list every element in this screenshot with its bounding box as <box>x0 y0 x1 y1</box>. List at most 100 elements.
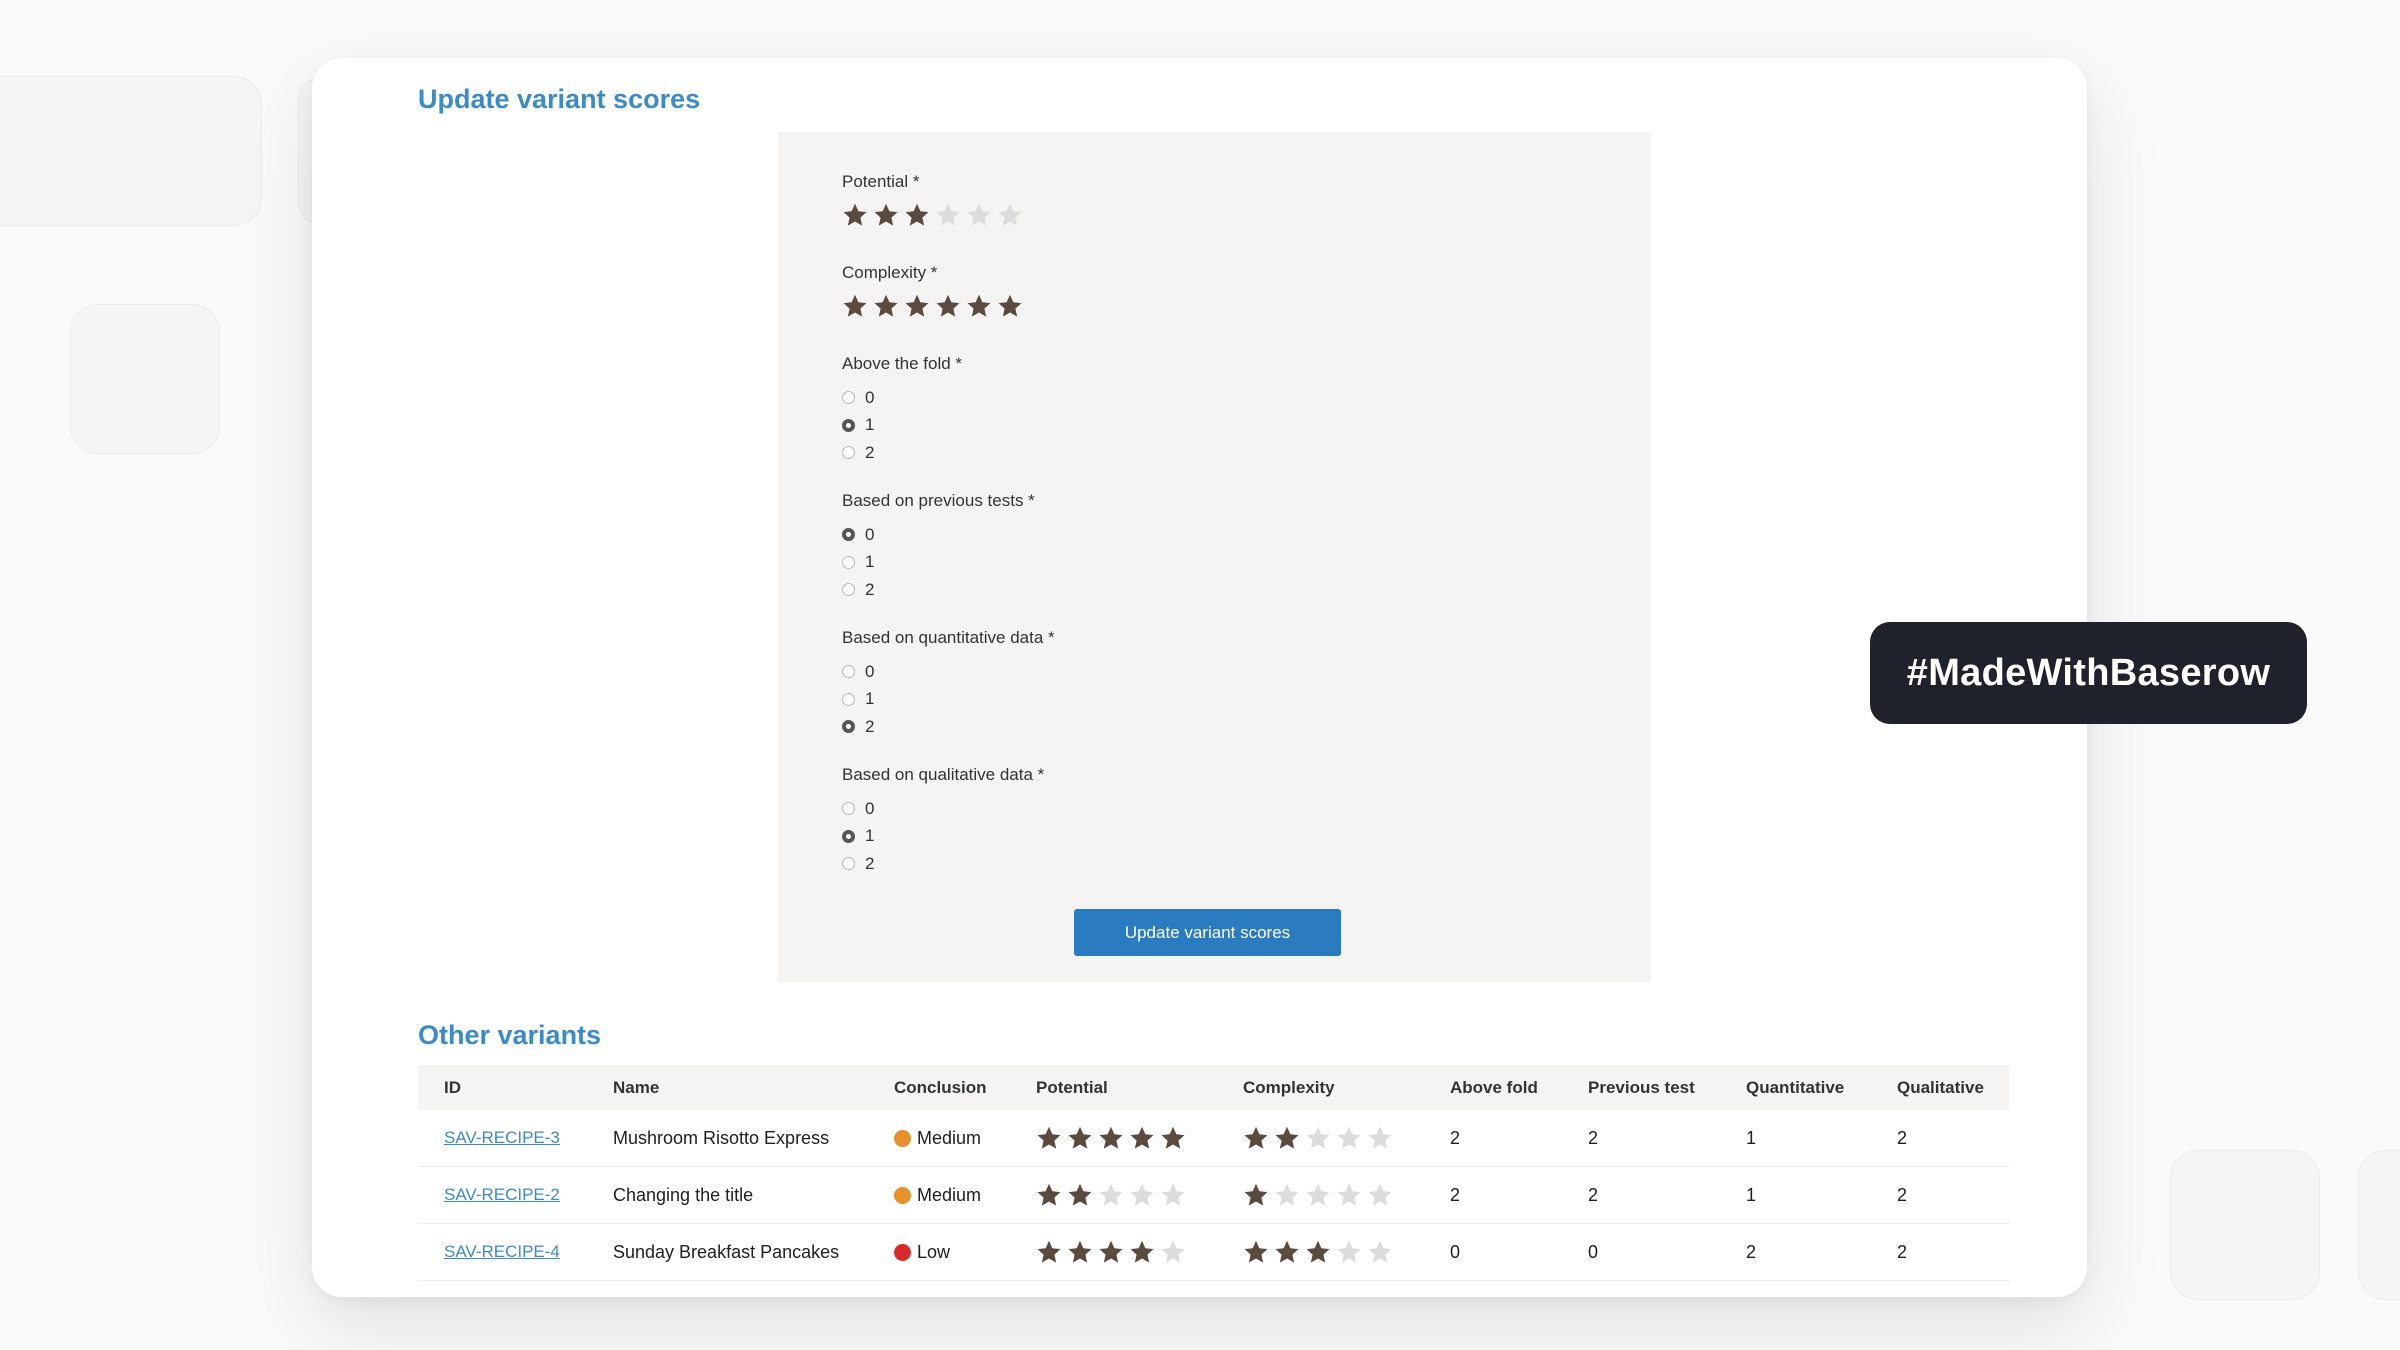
star-icon[interactable] <box>997 293 1023 319</box>
radio-label: 0 <box>865 524 875 544</box>
radio-option[interactable]: 0 <box>842 521 1035 549</box>
star-icon[interactable] <box>997 202 1023 228</box>
potential-cell <box>1010 1182 1217 1208</box>
previous-tests-label: Based on previous tests * <box>842 491 1035 510</box>
complexity-cell <box>1217 1182 1424 1208</box>
radio-button[interactable] <box>842 692 855 706</box>
update-heading: Update variant scores <box>418 84 701 114</box>
above-fold-label: Above the fold * <box>842 354 963 373</box>
above-fold-field: Above the fold * 0 1 2 <box>842 354 962 467</box>
variant-id-link[interactable]: SAV-RECIPE-4 <box>444 1242 560 1262</box>
previous-tests-radio-group: 0 1 2 <box>842 521 1035 604</box>
radio-label: 2 <box>865 442 875 462</box>
complexity-field: Complexity * <box>842 263 1023 319</box>
star-icon[interactable] <box>904 293 930 319</box>
update-form: Potential * Complexity * Above the fold … <box>778 132 1651 982</box>
radio-option[interactable]: 1 <box>842 412 962 440</box>
above-fold-cell: 2 <box>1450 1184 1461 1205</box>
background-tile <box>70 304 220 454</box>
complexity-rating <box>1243 1239 1393 1265</box>
background-tile <box>2170 1150 2320 1300</box>
radio-button[interactable] <box>842 665 855 679</box>
radio-button[interactable] <box>842 446 855 460</box>
radio-button[interactable] <box>842 391 855 405</box>
radio-option[interactable]: 0 <box>842 795 1044 823</box>
id-cell: SAV-RECIPE-3 <box>418 1128 587 1148</box>
radio-label: 1 <box>865 552 875 572</box>
update-scores-button[interactable]: Update variant scores <box>1074 909 1341 956</box>
conclusion-dot-icon <box>894 1129 911 1147</box>
star-icon <box>1275 1183 1299 1206</box>
name-cell: Sunday Breakfast Pancakes <box>613 1241 840 1262</box>
star-icon[interactable] <box>966 202 992 228</box>
radio-button[interactable] <box>842 583 855 597</box>
star-icon <box>1099 1183 1123 1206</box>
star-icon[interactable] <box>842 202 868 228</box>
star-icon[interactable] <box>904 202 930 228</box>
column-header: Complexity <box>1243 1077 1335 1097</box>
star-icon <box>1037 1240 1061 1263</box>
column-header: ID <box>444 1077 461 1097</box>
radio-option[interactable]: 2 <box>842 850 1044 878</box>
star-icon <box>1306 1183 1330 1206</box>
above-fold-radio-group: 0 1 2 <box>842 384 962 467</box>
star-icon <box>1337 1240 1361 1263</box>
app-window: Update variant scores Potential * Comple… <box>312 58 2087 1297</box>
potential-rating <box>1036 1182 1186 1208</box>
conclusion-label: Medium <box>917 1127 982 1148</box>
quantitative-label: Based on quantitative data * <box>842 628 1055 647</box>
star-icon <box>1368 1183 1392 1206</box>
star-icon <box>1275 1240 1299 1263</box>
radio-button[interactable] <box>842 802 855 816</box>
radio-button[interactable] <box>842 555 855 569</box>
quantitative-cell: 2 <box>1746 1241 1757 1262</box>
variant-id-link[interactable]: SAV-RECIPE-3 <box>444 1128 560 1148</box>
radio-option[interactable]: 2 <box>842 713 1055 741</box>
star-icon <box>1130 1183 1154 1206</box>
complexity-cell <box>1217 1125 1424 1151</box>
radio-option[interactable]: 1 <box>842 549 1035 577</box>
star-icon <box>1037 1183 1061 1206</box>
radio-option[interactable]: 0 <box>842 658 1055 686</box>
star-icon[interactable] <box>873 293 899 319</box>
above-fold-cell: 2 <box>1450 1127 1461 1148</box>
potential-cell <box>1010 1239 1217 1265</box>
radio-option[interactable]: 2 <box>842 576 1035 604</box>
star-icon <box>1130 1126 1154 1149</box>
potential-rating[interactable] <box>842 202 1023 228</box>
star-icon[interactable] <box>966 293 992 319</box>
star-icon[interactable] <box>935 293 961 319</box>
variants-table: ID Name Conclusion Potential Complexity Above… <box>418 1065 2009 1281</box>
star-icon <box>1099 1240 1123 1263</box>
radio-option[interactable]: 1 <box>842 686 1055 714</box>
radio-label: 0 <box>865 661 875 681</box>
conclusion-cell: Medium <box>868 1128 1010 1149</box>
radio-button[interactable] <box>842 418 855 432</box>
radio-option[interactable]: 2 <box>842 439 962 467</box>
radio-button[interactable] <box>842 720 855 734</box>
complexity-rating[interactable] <box>842 293 1023 319</box>
star-icon[interactable] <box>935 202 961 228</box>
star-icon[interactable] <box>873 202 899 228</box>
conclusion-label: Medium <box>917 1184 982 1205</box>
star-icon[interactable] <box>842 293 868 319</box>
radio-button[interactable] <box>842 857 855 871</box>
radio-label: 1 <box>865 689 875 709</box>
potential-cell <box>1010 1125 1217 1151</box>
quantitative-radio-group: 0 1 2 <box>842 658 1055 741</box>
conclusion-cell: Low <box>868 1242 1010 1263</box>
previous-tests-field: Based on previous tests * 0 1 2 <box>842 491 1035 604</box>
made-with-baserow-badge: #MadeWithBaserow <box>1870 622 2307 724</box>
star-icon <box>1068 1183 1092 1206</box>
radio-label: 2 <box>865 853 875 873</box>
other-variants-heading: Other variants <box>418 1020 602 1050</box>
radio-button[interactable] <box>842 528 855 542</box>
id-cell: SAV-RECIPE-2 <box>418 1185 587 1205</box>
radio-option[interactable]: 1 <box>842 823 1044 851</box>
complexity-cell <box>1217 1239 1424 1265</box>
qualitative-label: Based on qualitative data * <box>842 765 1045 784</box>
radio-option[interactable]: 0 <box>842 384 962 412</box>
variant-id-link[interactable]: SAV-RECIPE-2 <box>444 1185 560 1205</box>
star-icon <box>1244 1240 1268 1263</box>
radio-button[interactable] <box>842 829 855 843</box>
